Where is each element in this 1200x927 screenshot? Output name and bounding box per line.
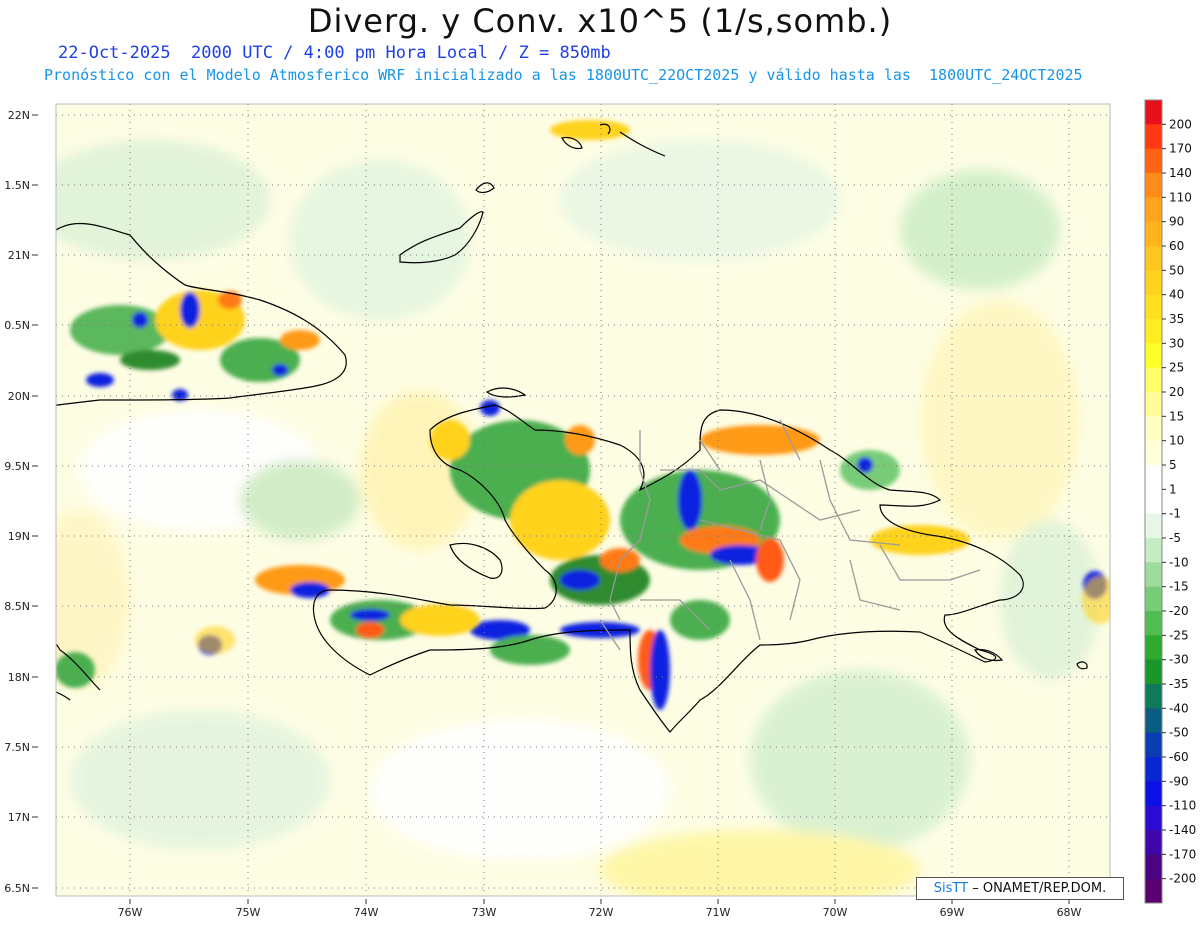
colorbar-label: 5 (1169, 458, 1177, 472)
colorbar-label: -110 (1169, 799, 1196, 813)
colorbar-swatch (1145, 367, 1162, 393)
colorbar-label: 140 (1169, 166, 1192, 180)
credit-box: SisTT – ONAMET/REP.DOM. (916, 877, 1124, 900)
colorbar-swatch (1145, 343, 1162, 369)
colorbar-swatch (1145, 221, 1162, 247)
lon-label: 74W (354, 906, 379, 919)
colorbar-label: -10 (1169, 555, 1189, 569)
colorbar-swatch (1145, 124, 1162, 150)
colorbar-label: 90 (1169, 215, 1184, 229)
colorbar-swatch (1145, 538, 1162, 563)
colorbar-label: -35 (1169, 677, 1189, 691)
lon-label: 71W (706, 906, 731, 919)
colorbar-label: 60 (1169, 239, 1184, 253)
lat-label: 17N (8, 811, 30, 824)
lat-label: 7.5N (4, 741, 30, 754)
colorbar-swatch (1145, 100, 1162, 125)
lat-label: 6.5N (4, 882, 30, 895)
onamet-credit: – ONAMET/REP.DOM. (972, 881, 1107, 896)
colorbar-swatch (1145, 319, 1162, 344)
colorbar-label: 10 (1169, 434, 1184, 448)
colorbar-label: -170 (1169, 847, 1196, 861)
colorbar-swatch (1145, 197, 1162, 223)
colorbar-swatch (1145, 294, 1162, 320)
lat-label: 21N (8, 249, 30, 262)
colorbar-label: 20 (1169, 385, 1184, 399)
colorbar-label: -40 (1169, 701, 1189, 715)
colorbar-swatch (1145, 781, 1162, 807)
lat-label: 22N (8, 109, 30, 122)
colorbar-label: 200 (1169, 117, 1192, 131)
longitude-axis: 76W 75W 74W 73W 72W 71W 70W 69W 68W (118, 899, 1082, 919)
colorbar-label: -50 (1169, 726, 1189, 740)
colorbar-label: 30 (1169, 336, 1184, 350)
colorbar-label: 110 (1169, 190, 1192, 204)
colorbar: 200 170 140 110 90 60 50 40 35 30 25 20 15 10 5 1 -1 -5 -1… (1144, 99, 1196, 904)
latitude-axis: 22N 1.5N 21N 0.5N 20N 9.5N 19N 8.5N 18N … (4, 109, 38, 895)
colorbar-swatch (1145, 659, 1162, 685)
colorbar-swatch (1145, 246, 1162, 271)
colorbar-swatch (1145, 684, 1162, 709)
colorbar-label: 40 (1169, 288, 1184, 302)
colorbar-swatch (1145, 805, 1162, 831)
colorbar-label: -90 (1169, 774, 1189, 788)
colorbar-swatch (1145, 611, 1162, 636)
colorbar-swatch (1145, 440, 1162, 466)
lat-label: 19N (8, 530, 30, 543)
lon-label: 72W (589, 906, 614, 919)
lat-label: 9.5N (4, 460, 30, 473)
colorbar-swatch (1145, 173, 1162, 198)
lon-label: 73W (472, 906, 497, 919)
colorbar-label: -5 (1169, 531, 1181, 545)
lat-label: 18N (8, 671, 30, 684)
colorbar-swatch (1145, 148, 1162, 174)
lon-label: 76W (118, 906, 143, 919)
lon-label: 75W (236, 906, 261, 919)
colorbar-swatch (1145, 708, 1162, 734)
colorbar-label: 25 (1169, 361, 1184, 375)
lon-label: 68W (1057, 906, 1082, 919)
colorbar-label: 15 (1169, 409, 1184, 423)
colorbar-swatch (1145, 416, 1162, 442)
colorbar-label: -200 (1169, 872, 1196, 886)
colorbar-label: 1 (1169, 482, 1177, 496)
colorbar-swatch (1145, 830, 1162, 855)
lon-label: 69W (940, 906, 965, 919)
colorbar-swatch (1145, 562, 1162, 588)
lat-label: 8.5N (4, 600, 30, 613)
colorbar-label: 50 (1169, 263, 1184, 277)
colorbar-label: -140 (1169, 823, 1196, 837)
colorbar-swatch (1145, 392, 1162, 417)
lat-label: 1.5N (4, 179, 30, 192)
lon-label: 70W (823, 906, 848, 919)
colorbar-label: 35 (1169, 312, 1184, 326)
colorbar-swatch (1145, 489, 1162, 515)
colorbar-label: -30 (1169, 653, 1189, 667)
colorbar-swatch (1145, 878, 1162, 904)
sistt-logo: SisTT (933, 881, 969, 896)
colorbar-label: -20 (1169, 604, 1189, 618)
colorbar-swatch (1145, 757, 1162, 782)
colorbar-label: -1 (1169, 507, 1181, 521)
colorbar-swatch (1145, 465, 1162, 490)
colorbar-swatch (1145, 854, 1162, 880)
colorbar-swatch (1145, 732, 1162, 758)
colorbar-swatch (1145, 586, 1162, 612)
colorbar-swatch (1145, 513, 1162, 539)
colorbar-label: 170 (1169, 142, 1192, 156)
lat-label: 20N (8, 390, 30, 403)
colorbar-swatch (1145, 270, 1162, 296)
colorbar-label: -25 (1169, 628, 1189, 642)
forecast-map: 22N 1.5N 21N 0.5N 20N 9.5N 19N 8.5N 18N … (4, 99, 1196, 919)
colorbar-label: -15 (1169, 580, 1189, 594)
colorbar-swatch (1145, 635, 1162, 661)
colorbar-label: -60 (1169, 750, 1189, 764)
lat-label: 0.5N (4, 319, 30, 332)
